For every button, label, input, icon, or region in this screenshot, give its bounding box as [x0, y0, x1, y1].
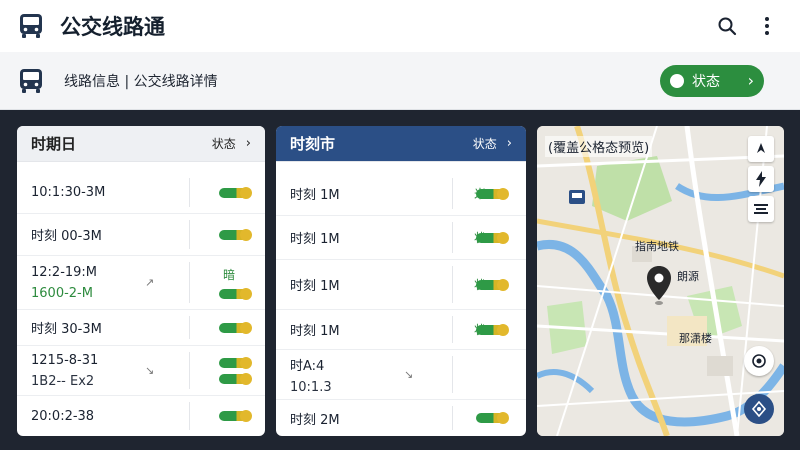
timetable-row[interactable]: 时刻 1M 状 [276, 260, 526, 310]
schedule-row[interactable]: 12:2-19:M 1600-2-M ↗ 暗 [17, 256, 265, 310]
timetable-row[interactable]: 时刻 1M 状 [276, 216, 526, 260]
lightning-icon [756, 171, 766, 187]
bus-icon [20, 68, 42, 93]
navigate-button[interactable] [744, 394, 774, 424]
map-title: (覆盖公格态预览) [545, 136, 653, 157]
timetable-card-header[interactable]: 时刻市 状态 › [276, 126, 526, 162]
timetable-row[interactable]: 时刻 1M 米 [276, 172, 526, 216]
status-dot-icon [670, 73, 684, 88]
target-icon [752, 354, 766, 368]
map-bus-stop-icon[interactable] [569, 190, 585, 204]
sub-header: 线路信息 | 公交线路详情 状态 › [0, 52, 800, 110]
compass-arrow-icon [757, 143, 765, 153]
schedule-row[interactable]: 10:1:30-3M [17, 172, 265, 214]
schedule-time: 时刻 30-3M [31, 322, 102, 337]
map-place-label: 指南地铁 [635, 240, 679, 253]
status-button[interactable]: 状态 › [660, 64, 764, 97]
status-toggle[interactable] [476, 412, 509, 424]
status-toggle[interactable] [219, 228, 252, 241]
status-toggle[interactable] [219, 410, 252, 422]
chevron-right-icon: › [245, 136, 251, 151]
breadcrumb: 线路信息 | 公交线路详情 [64, 73, 218, 90]
timetable-card: 时刻市 状态 › 时刻 1M 米 时刻 1M 状 时刻 1M 状 时刻 1M 状… [276, 126, 526, 436]
compass-button[interactable] [748, 136, 774, 162]
timetable-time: 时A:4 [290, 358, 325, 374]
lightning-button[interactable] [748, 166, 774, 192]
status-toggle[interactable] [476, 278, 509, 291]
schedule-card-status: 状态 [211, 137, 236, 151]
bus-icon [20, 14, 42, 38]
schedule-time-secondary: 1600-2-M [31, 285, 93, 301]
filter-button[interactable] [748, 196, 774, 222]
arrow-icon: ↗ [145, 276, 155, 289]
schedule-row[interactable]: 时刻 30-3M [17, 310, 265, 346]
status-toggle[interactable] [219, 288, 252, 300]
filter-lines-icon [754, 204, 768, 214]
status-toggle[interactable] [219, 186, 252, 199]
map-card[interactable]: (覆盖公格态预览) 指南地铁 朗源 那潇楼 [537, 126, 784, 436]
arrow-icon: ↘ [404, 368, 414, 381]
timetable-row[interactable]: 时A:4 10:1.3 ↘ [276, 350, 526, 400]
timetable-card-title: 时刻市 [290, 135, 336, 153]
status-toggle[interactable] [476, 187, 509, 200]
navigation-icon [751, 401, 767, 417]
chevron-right-icon: › [506, 136, 512, 151]
schedule-row[interactable]: 20:0:2-38 [17, 396, 265, 436]
schedule-card: 时期日 状态 › 10:1:30-3M 时刻 00-3M 12:2-19:M 1… [17, 126, 265, 436]
schedule-card-header[interactable]: 时期日 状态 › [17, 126, 265, 162]
timetable-row[interactable]: 时刻 2M [276, 400, 526, 436]
schedule-row[interactable]: 时刻 00-3M [17, 214, 265, 256]
status-toggle[interactable] [476, 231, 509, 244]
schedule-time: 12:2-19:M [31, 264, 98, 280]
status-button-label: 状态 [692, 73, 720, 90]
status-toggle[interactable] [219, 356, 252, 369]
locate-me-button[interactable] [744, 346, 774, 376]
schedule-card-title: 时期日 [31, 135, 77, 153]
status-toggle[interactable] [219, 321, 252, 334]
map-place-label: 那潇楼 [679, 332, 712, 345]
map-place-label: 朗源 [677, 270, 699, 283]
more-menu-button[interactable] [750, 9, 784, 43]
search-button[interactable] [710, 9, 744, 43]
app-title: 公交线路通 [60, 15, 165, 39]
timetable-time-secondary: 10:1.3 [290, 379, 332, 395]
schedule-time: 20:0:2-38 [31, 408, 95, 424]
status-toggle[interactable] [476, 323, 509, 336]
location-pin-icon[interactable] [647, 266, 671, 306]
schedule-time: 时刻 00-3M [31, 229, 102, 244]
chevron-right-icon: › [747, 71, 754, 90]
schedule-time: 10:1:30-3M [31, 185, 106, 200]
status-toggle[interactable] [219, 372, 252, 385]
search-icon [718, 17, 737, 36]
schedule-time-secondary: 1B2-- Ex2 [31, 373, 95, 389]
schedule-time: 1215-8-31 [31, 352, 99, 368]
arrow-icon: ↘ [145, 364, 155, 377]
timetable-card-status: 状态 [472, 137, 497, 151]
schedule-mini-label: 暗 [222, 268, 235, 282]
schedule-row[interactable]: 1215-8-31 1B2-- Ex2 ↘ [17, 346, 265, 396]
timetable-row[interactable]: 时刻 1M 状 [276, 310, 526, 350]
app-bar: 公交线路通 [0, 0, 800, 52]
more-vert-icon [765, 17, 769, 35]
